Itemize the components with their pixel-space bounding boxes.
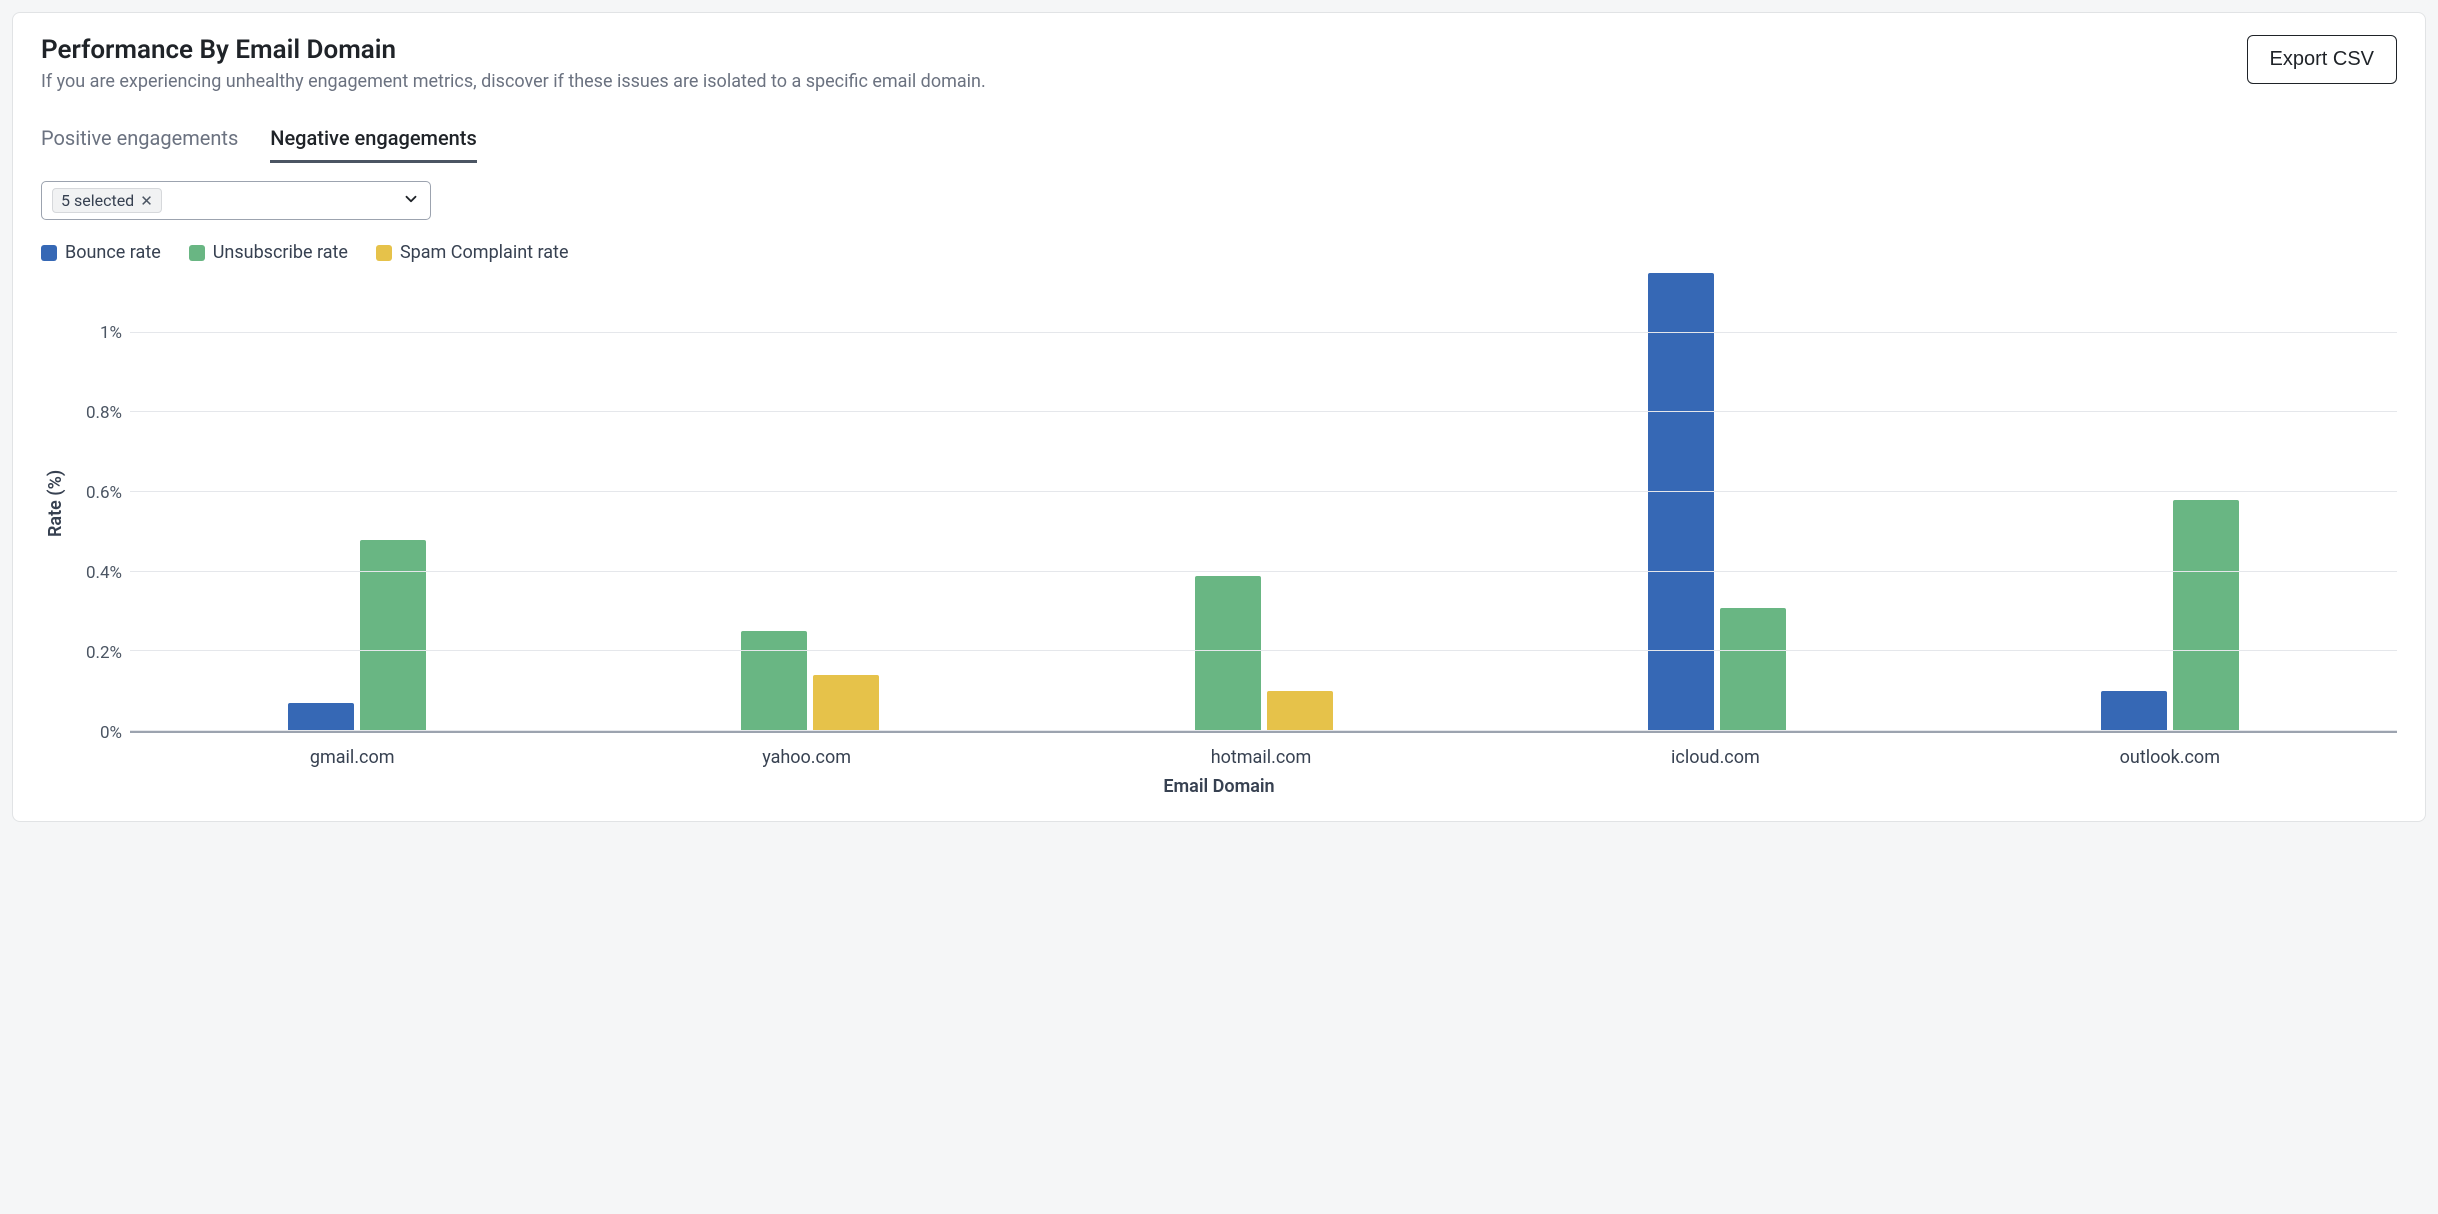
- y-axis: 0%0.2%0.4%0.6%0.8%1%: [66, 273, 130, 733]
- legend-label-unsubscribe: Unsubscribe rate: [213, 242, 348, 263]
- bar-group: [1944, 273, 2397, 731]
- y-tick: 1%: [100, 323, 122, 343]
- tab-negative-engagements[interactable]: Negative engagements: [270, 120, 477, 163]
- filter-chip[interactable]: 5 selected ✕: [52, 188, 162, 213]
- legend-label-bounce: Bounce rate: [65, 242, 161, 263]
- card-title: Performance By Email Domain: [41, 35, 2227, 65]
- bar[interactable]: [2173, 500, 2239, 731]
- plot-area: [130, 273, 2397, 733]
- grid-line: [130, 650, 2397, 651]
- y-tick: 0.4%: [86, 563, 122, 583]
- legend-item-spam[interactable]: Spam Complaint rate: [376, 242, 569, 263]
- x-tick: hotmail.com: [1034, 733, 1488, 768]
- bar[interactable]: [288, 703, 354, 731]
- bar[interactable]: [813, 675, 879, 731]
- card-header-text: Performance By Email Domain If you are e…: [41, 35, 2227, 92]
- tabs: Positive engagements Negative engagement…: [41, 120, 2397, 163]
- legend-item-bounce[interactable]: Bounce rate: [41, 242, 161, 263]
- controls-row: 5 selected ✕: [41, 181, 2397, 220]
- card-header: Performance By Email Domain If you are e…: [41, 35, 2397, 92]
- bar-group: [130, 273, 583, 731]
- y-tick: 0.8%: [86, 403, 122, 423]
- legend-swatch-unsubscribe: [189, 245, 205, 261]
- bar-group: [1037, 273, 1490, 731]
- grid-line: [130, 491, 2397, 492]
- chart: Rate (%) 0%0.2%0.4%0.6%0.8%1%: [41, 273, 2397, 733]
- bar[interactable]: [741, 631, 807, 731]
- close-icon[interactable]: ✕: [140, 192, 153, 210]
- bar[interactable]: [1720, 608, 1786, 731]
- legend-item-unsubscribe[interactable]: Unsubscribe rate: [189, 242, 348, 263]
- tab-positive-engagements[interactable]: Positive engagements: [41, 120, 238, 163]
- x-tick: outlook.com: [1943, 733, 2397, 768]
- bar[interactable]: [1267, 691, 1333, 731]
- y-axis-label: Rate (%): [41, 273, 66, 733]
- grid-line: [130, 411, 2397, 412]
- x-tick: icloud.com: [1488, 733, 1942, 768]
- x-tick: gmail.com: [125, 733, 579, 768]
- x-axis-label: Email Domain: [41, 776, 2397, 797]
- x-axis-ticks: gmail.comyahoo.comhotmail.comicloud.como…: [125, 733, 2397, 768]
- performance-card: Performance By Email Domain If you are e…: [12, 12, 2426, 822]
- bar[interactable]: [360, 540, 426, 731]
- chevron-down-icon: [402, 190, 420, 212]
- domain-filter-select[interactable]: 5 selected ✕: [41, 181, 431, 220]
- legend-swatch-spam: [376, 245, 392, 261]
- bar-group: [583, 273, 1036, 731]
- x-tick: yahoo.com: [579, 733, 1033, 768]
- y-tick: 0.6%: [86, 483, 122, 503]
- bar-group: [1490, 273, 1943, 731]
- grid-line: [130, 571, 2397, 572]
- y-tick: 0%: [100, 723, 122, 743]
- grid-line: [130, 730, 2397, 731]
- grid-line: [130, 332, 2397, 333]
- filter-chip-label: 5 selected: [61, 191, 134, 210]
- export-csv-button[interactable]: Export CSV: [2247, 35, 2397, 84]
- card-subtitle: If you are experiencing unhealthy engage…: [41, 71, 2227, 92]
- bar-groups: [130, 273, 2397, 731]
- legend-label-spam: Spam Complaint rate: [400, 242, 569, 263]
- legend-swatch-bounce: [41, 245, 57, 261]
- bar[interactable]: [1648, 273, 1714, 731]
- chart-legend: Bounce rate Unsubscribe rate Spam Compla…: [41, 242, 2397, 263]
- y-tick: 0.2%: [86, 643, 122, 663]
- bar[interactable]: [2101, 691, 2167, 731]
- bar[interactable]: [1195, 576, 1261, 731]
